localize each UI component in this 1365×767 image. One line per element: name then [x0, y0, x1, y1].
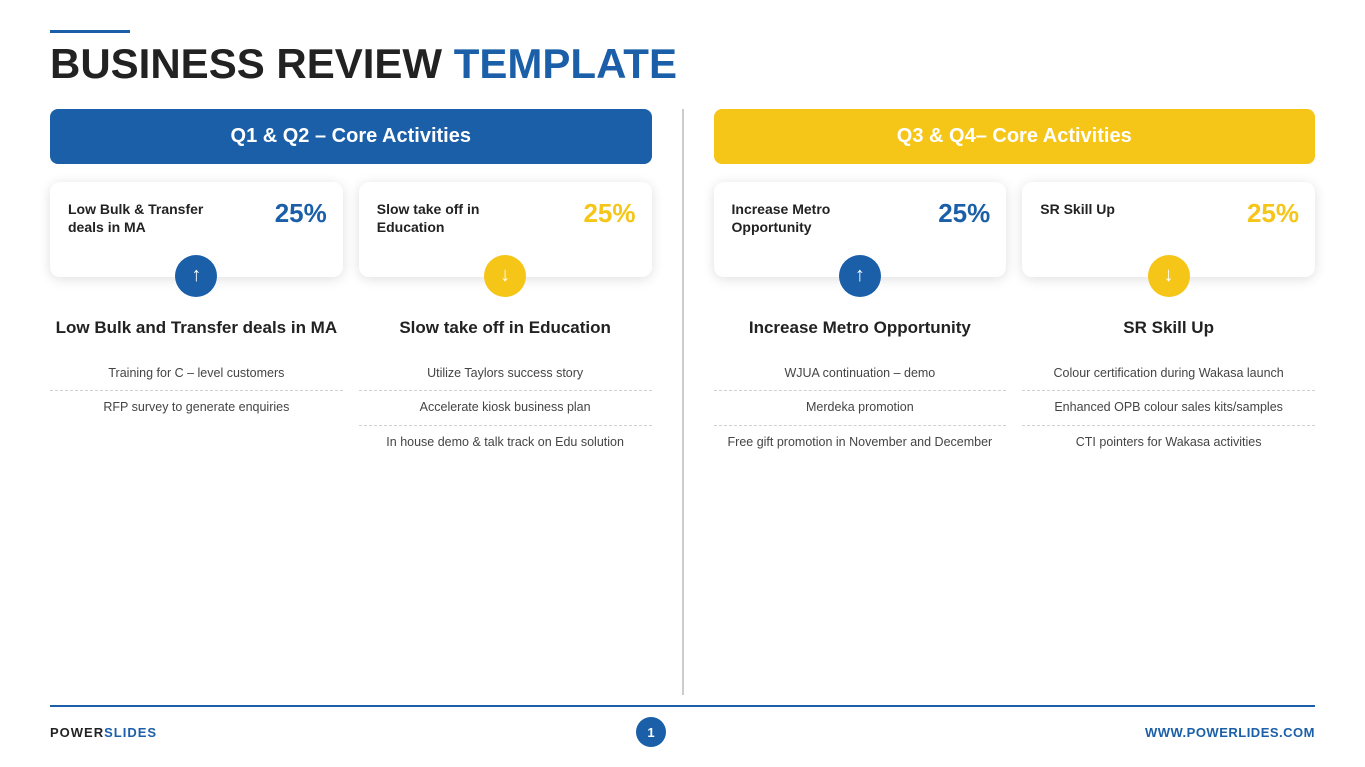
- footer-brand-black: POWER: [50, 725, 104, 740]
- list-item: CTI pointers for Wakasa activities: [1022, 426, 1315, 460]
- left-below-cards: Low Bulk and Transfer deals in MA Traini…: [50, 317, 652, 695]
- left-card-1-title: Low Bulk & Transfer deals in MA: [68, 200, 222, 236]
- right-below-cards: Increase Metro Opportunity WJUA continua…: [714, 317, 1316, 695]
- left-col-2-title: Slow take off in Education: [359, 317, 652, 339]
- list-item: Training for C – level customers: [50, 357, 343, 392]
- right-card-2-title: SR Skill Up: [1040, 200, 1194, 218]
- right-cards-row: Increase Metro Opportunity 25% SR Skill …: [714, 182, 1316, 276]
- page-title: BUSINESS REVIEW TEMPLATE: [50, 41, 1315, 87]
- right-col-2: SR Skill Up Colour certification during …: [1022, 317, 1315, 695]
- right-col-2-title: SR Skill Up: [1022, 317, 1315, 339]
- list-item: RFP survey to generate enquiries: [50, 391, 343, 425]
- right-card-1-percent: 25%: [938, 198, 990, 229]
- right-col-1-items: WJUA continuation – demo Merdeka promoti…: [714, 357, 1007, 460]
- footer: POWERSLIDES 1 WWW.POWERLIDES.COM: [50, 705, 1315, 747]
- left-section: Q1 & Q2 – Core Activities Low Bulk & Tra…: [50, 109, 682, 695]
- left-card-2-icon: [484, 255, 526, 297]
- left-col-1: Low Bulk and Transfer deals in MA Traini…: [50, 317, 343, 695]
- list-item: Utilize Taylors success story: [359, 357, 652, 392]
- header: BUSINESS REVIEW TEMPLATE: [50, 30, 1315, 87]
- right-section: Q3 & Q4– Core Activities Increase Metro …: [684, 109, 1316, 695]
- list-item: Colour certification during Wakasa launc…: [1022, 357, 1315, 392]
- left-col-2: Slow take off in Education Utilize Taylo…: [359, 317, 652, 695]
- page: BUSINESS REVIEW TEMPLATE Q1 & Q2 – Core …: [0, 0, 1365, 767]
- right-section-header: Q3 & Q4– Core Activities: [714, 109, 1316, 164]
- right-card-2-icon: [1148, 255, 1190, 297]
- right-card-1: Increase Metro Opportunity 25%: [714, 182, 1007, 276]
- left-card-2: Slow take off in Education 25%: [359, 182, 652, 276]
- left-card-2-percent: 25%: [583, 198, 635, 229]
- right-section-header-label: Q3 & Q4– Core Activities: [897, 125, 1132, 147]
- right-card-2-percent: 25%: [1247, 198, 1299, 229]
- list-item: Enhanced OPB colour sales kits/samples: [1022, 391, 1315, 426]
- left-card-1-percent: 25%: [275, 198, 327, 229]
- right-card-1-title: Increase Metro Opportunity: [732, 200, 886, 236]
- left-col-1-title: Low Bulk and Transfer deals in MA: [50, 317, 343, 339]
- list-item: Free gift promotion in November and Dece…: [714, 426, 1007, 460]
- list-item: Merdeka promotion: [714, 391, 1007, 426]
- arrow-down-icon: [1164, 264, 1174, 287]
- title-blue: TEMPLATE: [454, 40, 677, 87]
- left-col-2-items: Utilize Taylors success story Accelerate…: [359, 357, 652, 460]
- main-content: Q1 & Q2 – Core Activities Low Bulk & Tra…: [50, 109, 1315, 695]
- arrow-up-icon: [191, 264, 201, 287]
- list-item: In house demo & talk track on Edu soluti…: [359, 426, 652, 460]
- footer-url: WWW.POWERLIDES.COM: [1145, 725, 1315, 740]
- left-card-2-title: Slow take off in Education: [377, 200, 531, 236]
- left-col-1-items: Training for C – level customers RFP sur…: [50, 357, 343, 425]
- footer-brand: POWERSLIDES: [50, 725, 157, 740]
- right-col-1: Increase Metro Opportunity WJUA continua…: [714, 317, 1007, 695]
- left-section-header-label: Q1 & Q2 – Core Activities: [231, 125, 471, 147]
- left-card-1-icon: [175, 255, 217, 297]
- list-item: WJUA continuation – demo: [714, 357, 1007, 392]
- arrow-up-icon: [855, 264, 865, 287]
- right-card-1-icon: [839, 255, 881, 297]
- right-card-2: SR Skill Up 25%: [1022, 182, 1315, 276]
- title-black: BUSINESS REVIEW: [50, 40, 442, 87]
- left-section-header: Q1 & Q2 – Core Activities: [50, 109, 652, 164]
- arrow-down-icon: [500, 264, 510, 287]
- header-accent-line: [50, 30, 130, 33]
- right-col-1-title: Increase Metro Opportunity: [714, 317, 1007, 339]
- right-col-2-items: Colour certification during Wakasa launc…: [1022, 357, 1315, 460]
- footer-brand-blue: SLIDES: [104, 725, 157, 740]
- list-item: Accelerate kiosk business plan: [359, 391, 652, 426]
- footer-page-number: 1: [636, 717, 666, 747]
- left-cards-row: Low Bulk & Transfer deals in MA 25% Slow…: [50, 182, 652, 276]
- left-card-1: Low Bulk & Transfer deals in MA 25%: [50, 182, 343, 276]
